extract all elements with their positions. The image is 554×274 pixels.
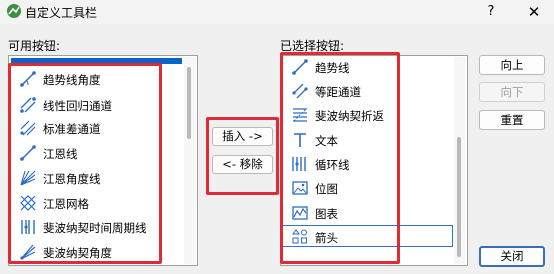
reset-button[interactable]: 重置	[479, 110, 545, 130]
highlight-box-available	[8, 63, 162, 264]
help-button[interactable]: ?	[479, 2, 503, 22]
available-list-scrollbar[interactable]	[184, 57, 196, 264]
window-title: 自定义工具栏	[25, 6, 98, 20]
app-icon	[7, 4, 21, 18]
window-close-button[interactable]: ✕	[522, 2, 546, 22]
move-up-button[interactable]: 向上	[479, 55, 545, 75]
available-buttons-label: 可用按钮:	[8, 39, 61, 53]
highlight-box-actions	[206, 117, 279, 195]
highlight-box-selected	[280, 52, 400, 264]
close-button[interactable]: 关闭	[479, 246, 545, 267]
title-bar: 自定义工具栏 ? ✕	[0, 0, 554, 24]
scrollbar-thumb[interactable]	[457, 137, 461, 257]
selected-list-scrollbar[interactable]	[454, 57, 466, 264]
scrollbar-thumb[interactable]	[187, 67, 191, 139]
move-down-button[interactable]: 向下	[479, 82, 545, 102]
